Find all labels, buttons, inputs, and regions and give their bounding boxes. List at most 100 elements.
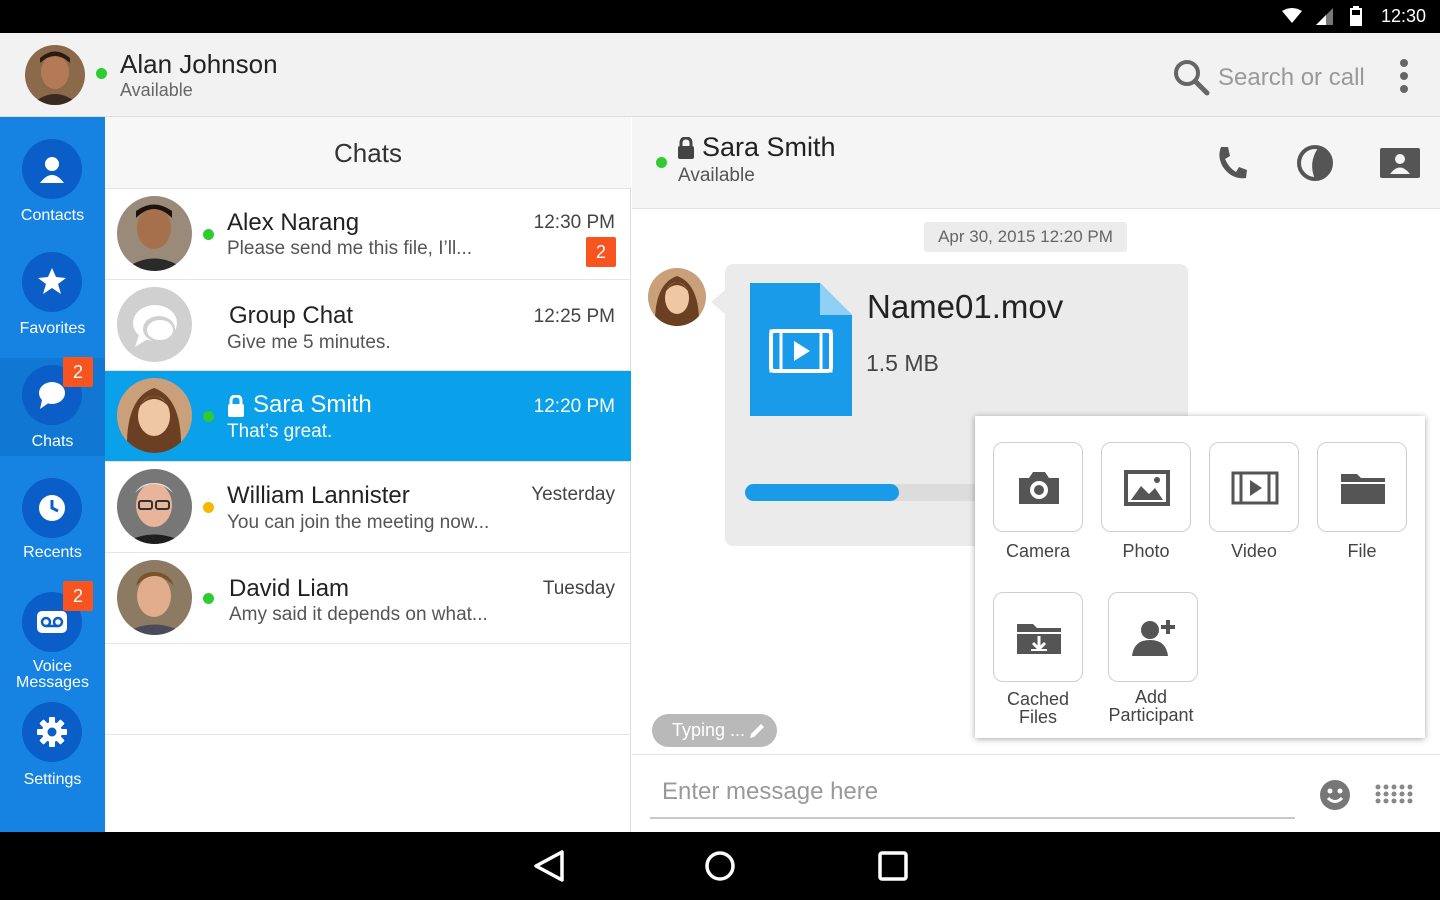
unread-badge: 2 <box>586 237 616 267</box>
chat-time: 12:30 PM <box>533 212 615 233</box>
avatar <box>117 378 192 453</box>
attach-cached-files-label: Cached Files <box>1006 689 1070 727</box>
presence-online <box>203 411 214 422</box>
file-name: Name01.mov <box>867 288 1064 325</box>
attach-camera-button[interactable] <box>993 442 1083 532</box>
add-participant-button[interactable] <box>1108 592 1198 682</box>
sender-avatar <box>648 268 706 326</box>
chat-name: Alex Narang <box>227 209 360 236</box>
video-call-icon[interactable] <box>1296 144 1334 182</box>
emoji-icon[interactable] <box>1319 779 1351 811</box>
search-input[interactable]: Search or call <box>1218 64 1365 92</box>
my-presence-dot <box>96 68 107 79</box>
chat-row-group-chat[interactable]: Group Chat Give me 5 minutes. 12:25 PM <box>105 280 631 371</box>
conversation-contact-status: Available <box>678 165 755 186</box>
presence-online <box>656 157 667 168</box>
typing-indicator: Typing ... <box>652 714 777 747</box>
presence-away <box>203 502 214 513</box>
nav-favorites-label: Favorites <box>19 320 86 337</box>
clock: 12:30 <box>1380 6 1426 26</box>
contact-card-icon[interactable] <box>1380 146 1420 178</box>
recent-apps-icon[interactable] <box>878 851 908 881</box>
bubble-tail <box>711 290 725 314</box>
chat-name: David Liam <box>229 575 350 602</box>
nav-voice-messages[interactable]: 2 Voice Messages <box>0 569 105 691</box>
chat-name: Sara Smith <box>253 391 372 418</box>
chat-time: Tuesday <box>542 578 615 599</box>
nav-contacts-label: Contacts <box>20 207 85 224</box>
photo-icon <box>1124 470 1170 506</box>
status-bar: 12:30 <box>0 0 1440 33</box>
nav-voice-messages-label: Voice Messages <box>16 658 89 691</box>
home-icon[interactable] <box>704 850 736 882</box>
nav-recents[interactable]: Recents <box>0 456 105 569</box>
attach-video-button[interactable] <box>1209 442 1299 532</box>
chat-time: Yesterday <box>531 484 615 505</box>
add-participant-label: Add Participant <box>1108 687 1194 725</box>
conversation-contact-name: Sara Smith <box>702 132 836 162</box>
attach-file-label: File <box>1347 541 1377 561</box>
chat-row-david-liam[interactable]: David Liam Amy said it depends on what..… <box>105 553 631 644</box>
video-file-icon <box>750 283 852 416</box>
group-chat-icon <box>117 287 192 362</box>
chats-badge: 2 <box>63 357 93 387</box>
video-icon <box>1231 471 1279 505</box>
phone-icon[interactable] <box>1216 145 1248 181</box>
nav-contacts[interactable]: Contacts <box>0 117 105 230</box>
nav-recents-label: Recents <box>23 544 82 561</box>
nav-chats-label: Chats <box>31 433 74 450</box>
chat-row-alex-narang[interactable]: Alex Narang Please send me this file, I’… <box>105 189 631 280</box>
chat-list-panel: Chats Alex Narang Please send me this fi… <box>105 117 631 832</box>
input-underline <box>650 817 1295 819</box>
chat-preview: You can join the meeting now... <box>227 512 490 533</box>
signal-icon <box>1316 8 1333 25</box>
attach-photo-button[interactable] <box>1101 442 1191 532</box>
message-input[interactable]: Enter message here <box>662 778 878 806</box>
message-date: Apr 30, 2015 12:20 PM <box>924 222 1127 252</box>
my-avatar[interactable] <box>25 45 85 105</box>
chats-panel-title: Chats <box>105 117 631 189</box>
avatar <box>117 469 192 544</box>
side-navigation: Contacts Favorites 2 Chats Recents 2 Voi… <box>0 117 105 832</box>
nav-favorites[interactable]: Favorites <box>0 230 105 343</box>
camera-icon <box>1019 472 1059 504</box>
folder-icon <box>1341 474 1385 504</box>
presence-online <box>203 593 214 604</box>
nav-chats[interactable]: 2 Chats <box>0 357 105 456</box>
nav-settings[interactable]: Settings <box>0 689 105 802</box>
chat-preview: Amy said it depends on what... <box>229 604 488 625</box>
gear-icon <box>37 717 67 747</box>
chat-preview: Please send me this file, I’ll... <box>227 238 472 259</box>
attachment-menu: Camera Photo Video File Cached Files Add P… <box>975 416 1425 738</box>
lock-icon <box>678 137 694 159</box>
search-icon[interactable] <box>1172 58 1212 98</box>
add-person-icon <box>1132 620 1175 656</box>
group-avatar <box>117 287 192 362</box>
presence-online <box>203 229 214 240</box>
file-size: 1.5 MB <box>866 350 939 376</box>
attach-cached-files-button[interactable] <box>993 592 1083 682</box>
pencil-icon <box>750 724 764 738</box>
download-progress-fill <box>745 484 899 501</box>
dialpad-icon[interactable] <box>1375 784 1413 804</box>
chat-preview: That’s great. <box>227 421 333 442</box>
chat-row-william-lannister[interactable]: William Lannister You can join the meeti… <box>105 462 631 553</box>
system-navigation-bar <box>0 832 1440 900</box>
contact-icon <box>40 157 64 183</box>
empty-row <box>105 644 631 735</box>
my-name: Alan Johnson <box>120 49 278 79</box>
back-icon[interactable] <box>532 850 566 882</box>
star-icon <box>38 268 66 294</box>
avatar <box>117 560 192 635</box>
chat-name: Group Chat <box>229 302 354 329</box>
chat-name: William Lannister <box>227 482 410 509</box>
cached-files-icon <box>1017 624 1061 654</box>
conversation-header: Sara Smith Available <box>632 117 1440 209</box>
chat-time: 12:25 PM <box>533 306 615 327</box>
overflow-menu-icon[interactable] <box>1396 58 1412 94</box>
wifi-icon <box>1282 8 1302 23</box>
attach-file-button[interactable] <box>1317 442 1407 532</box>
chat-row-sara-smith[interactable]: Sara Smith That’s great. 12:20 PM <box>105 371 631 462</box>
voicemail-icon <box>37 611 67 633</box>
lock-icon <box>228 395 244 417</box>
